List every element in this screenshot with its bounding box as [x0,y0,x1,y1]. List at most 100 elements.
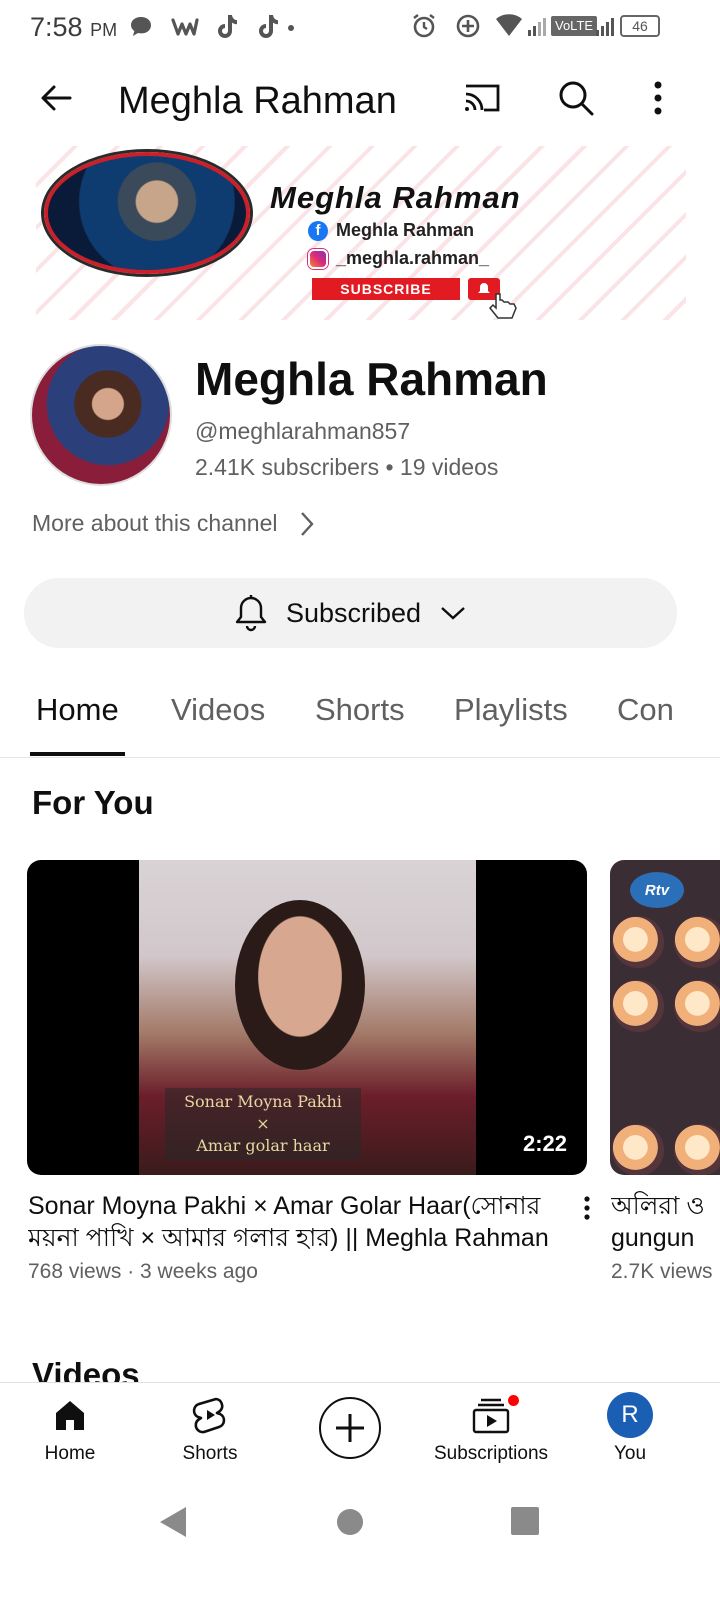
back-arrow-icon [41,85,72,111]
more-about-label: More about this channel [32,510,278,536]
video-thumbnail-2[interactable]: Rtv [610,860,720,1175]
create-button[interactable] [319,1397,381,1459]
stage-light [612,980,664,1032]
thumbnail-caption: Sonar Moyna Pakhi × Amar golar haar [165,1088,361,1160]
home-circle-icon[interactable] [334,1506,366,1538]
channel-stats: 2.41K subscribers • 19 videos [195,454,499,480]
wifi-icon [496,14,522,36]
channel-banner: Meghla Rahman f Meghla Rahman _meghla.ra… [36,146,686,320]
chat-bubble-icon [131,17,151,36]
tab-community[interactable]: Con [617,692,677,728]
shorts-icon [192,1397,226,1434]
clock-ampm: PM [90,20,118,40]
tab-videos[interactable]: Videos [171,692,265,728]
recents-square-icon[interactable] [510,1506,540,1536]
instagram-icon [308,248,328,269]
tab-playlists[interactable]: Playlists [454,692,568,728]
channel-handle: @meghlarahman857 [195,418,411,444]
banner-facebook-text: Meghla Rahman [336,220,475,240]
tab-shorts[interactable]: Shorts [315,692,405,728]
kebab-menu-icon [584,1196,590,1220]
video-title-2-line-2: gungun [611,1224,695,1252]
nav-subscriptions[interactable]: Subscriptions [430,1393,552,1465]
video-title[interactable]: Sonar Moyna Pakhi × Amar Golar Haar(সোনা… [28,1190,563,1254]
nav-shorts-label: Shorts [182,1443,238,1464]
tiktok-icon-2 [259,15,278,38]
status-time: 7:58 PM [30,12,117,43]
subscriptions-icon [472,1398,510,1434]
caption-line-2: × [256,1114,270,1133]
for-you-heading: For You [32,784,154,821]
tab-home[interactable]: Home [36,692,119,728]
video-meta: 768 views · 3 weeks ago [28,1260,258,1283]
video-duration: 2:22 [522,1131,567,1156]
videos-heading: Videos [32,1356,140,1382]
app-bar: Meghla Rahman [0,60,720,140]
stage-light [674,980,720,1032]
nav-subscriptions-label: Subscriptions [433,1443,549,1464]
active-tab-indicator [30,752,125,756]
data-saver-icon [456,14,480,38]
back-triangle-icon[interactable] [156,1504,192,1540]
rtv-logo: Rtv [630,872,684,908]
signal-icon [528,18,546,36]
cast-icon [465,84,500,112]
clock-text: 7:58 [30,12,83,42]
hand-cursor-icon [488,293,517,319]
system-navigation-bar [0,1490,720,1612]
nav-home[interactable]: Home [34,1393,106,1465]
nav-shorts[interactable]: Shorts [174,1393,246,1465]
video-thumbnail[interactable]: Sonar Moyna Pakhi × Amar golar haar 2:22 [27,860,587,1175]
signal-icon-2 [596,18,614,36]
channel-name: Meghla Rahman [195,353,548,405]
stage-light [674,916,720,968]
create-icon [336,1414,364,1442]
volte-badge: VoLTE [551,16,598,36]
chevron-down-icon [441,607,465,620]
banner-subscribe-graphic: SUBSCRIBE [312,278,460,300]
video-meta-2: 2.7K views [611,1260,713,1283]
search-button[interactable] [548,70,604,126]
thumbnail-face [235,900,365,1070]
video-title-2[interactable]: অলিরা ও gungun [611,1190,720,1254]
battery-level: 46 [632,18,648,34]
bell-icon [235,595,267,632]
facebook-icon: f [308,220,328,241]
banner-name: Meghla Rahman [270,180,521,215]
bottom-navigation: Home Shorts Subscriptions R You [0,1382,720,1490]
more-about-channel-link[interactable]: More about this channel [32,510,314,537]
banner-facebook-line: f Meghla Rahman [308,220,474,241]
caption-line-3: Amar golar haar [196,1136,330,1155]
cast-button[interactable] [454,70,510,126]
subscribed-button[interactable]: Subscribed [24,578,677,648]
chevron-right-icon [300,511,314,536]
stage-light [612,1124,664,1175]
home-icon [56,1401,84,1430]
video-title-2-line-1: অলিরা ও [611,1192,705,1220]
subscribed-label: Subscribed [285,597,422,628]
wave-app-icon [171,18,199,36]
banner-instagram-text: _meghla.rahman_ [336,248,490,268]
banner-photo [44,152,250,274]
search-icon [559,81,594,116]
you-avatar: R [607,1392,653,1438]
notification-dot [506,1393,521,1408]
back-button[interactable] [28,70,84,126]
more-options-button[interactable] [630,70,686,126]
tiktok-icon [218,15,237,38]
nav-you-label: You [613,1443,647,1464]
battery-icon: 46 [620,15,660,37]
alarm-icon [413,14,435,38]
stage-light [612,916,664,968]
app-bar-title: Meghla Rahman [118,80,397,122]
nav-home-label: Home [44,1443,96,1464]
caption-line-1: Sonar Moyna Pakhi [184,1092,342,1111]
banner-instagram-line: _meghla.rahman_ [308,248,489,269]
channel-avatar[interactable] [30,344,172,486]
nav-you[interactable]: R You [594,1392,666,1465]
channel-tabs: Home Videos Shorts Playlists Con [0,680,720,758]
stage-light [674,1124,720,1175]
status-bar: 7:58 PM VoLTE 46 [0,0,720,52]
more-notifications-dot-icon [288,25,294,31]
video-more-button[interactable] [574,1192,600,1226]
